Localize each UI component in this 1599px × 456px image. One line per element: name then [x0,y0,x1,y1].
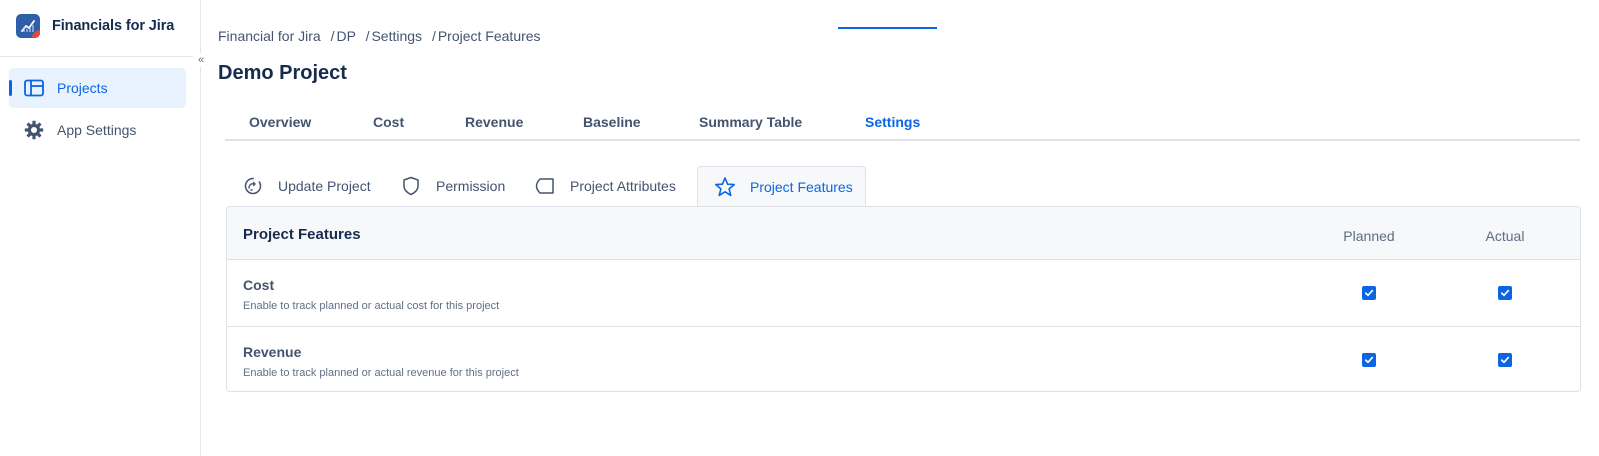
active-indicator [9,80,12,96]
tab-revenue[interactable]: Revenue [465,114,523,130]
feature-title: Revenue [243,344,302,360]
breadcrumb-separator: / [431,28,436,44]
main-tabs: Overview Cost Revenue Baseline Summary T… [225,110,1580,141]
cost-planned-checkbox[interactable] [1362,286,1376,300]
subtab-project-attributes[interactable]: Project Attributes [534,166,676,206]
tab-baseline[interactable]: Baseline [583,114,641,130]
subtab-label: Project Features [750,178,853,195]
active-tab-underline [838,27,937,29]
sidebar-divider [0,56,200,57]
tab-settings[interactable]: Settings [865,114,920,130]
feature-row-revenue: Revenue Enable to track planned or actua… [227,326,1580,391]
panel-header: Project Features Planned Actual [227,207,1580,260]
tag-icon [534,175,556,197]
column-header-actual: Actual [1485,228,1525,244]
subtab-project-features[interactable]: Project Features [697,166,866,206]
sidebar-item-label: App Settings [57,122,137,138]
breadcrumb-separator: / [330,28,335,44]
star-icon [714,176,736,198]
column-header-planned: Planned [1343,228,1395,244]
sidebar: Financials for Jira Projects App Setting… [0,0,201,456]
app-brand[interactable]: Financials for Jira [16,14,174,38]
breadcrumb: Financial for Jira / DP / Settings / Projec… [218,28,541,44]
sidebar-item-projects[interactable]: Projects [9,68,186,108]
check-icon [1500,356,1510,364]
check-icon [1364,289,1374,297]
collapse-sidebar-button[interactable]: « [193,53,209,67]
breadcrumb-separator: / [365,28,370,44]
revenue-planned-checkbox[interactable] [1362,353,1376,367]
board-icon [24,78,44,98]
app-logo-icon [16,14,40,38]
feature-title: Cost [243,277,275,293]
breadcrumb-item[interactable]: Settings [371,28,422,44]
feature-description: Enable to track planned or actual cost f… [243,300,500,312]
subtab-label: Project Attributes [570,178,676,194]
gear-icon [24,120,44,140]
breadcrumb-item[interactable]: Financial for Jira [218,28,321,44]
breadcrumb-item[interactable]: DP [336,28,355,44]
feature-row-cost: Cost Enable to track planned or actual c… [227,260,1580,326]
panel-title: Project Features [243,226,361,243]
tab-cost[interactable]: Cost [373,114,404,130]
subtab-permission[interactable]: Permission [400,166,505,206]
check-icon [1364,356,1374,364]
sidebar-item-app-settings[interactable]: App Settings [9,110,186,150]
subtab-label: Update Project [278,178,371,194]
update-icon [242,175,264,197]
shield-icon [400,175,422,197]
feature-description: Enable to track planned or actual revenu… [243,367,519,379]
revenue-actual-checkbox[interactable] [1498,353,1512,367]
tab-summary-table[interactable]: Summary Table [699,114,802,130]
cost-actual-checkbox[interactable] [1498,286,1512,300]
check-icon [1500,289,1510,297]
tab-overview[interactable]: Overview [249,114,311,130]
breadcrumb-item[interactable]: Project Features [438,28,541,44]
app-name: Financials for Jira [52,18,175,34]
sidebar-item-label: Projects [57,80,108,96]
subtab-update-project[interactable]: Update Project [242,166,371,206]
page-title: Demo Project [218,62,347,84]
subtab-label: Permission [436,178,506,194]
project-features-panel: Project Features Planned Actual Cost Ena… [226,206,1581,392]
